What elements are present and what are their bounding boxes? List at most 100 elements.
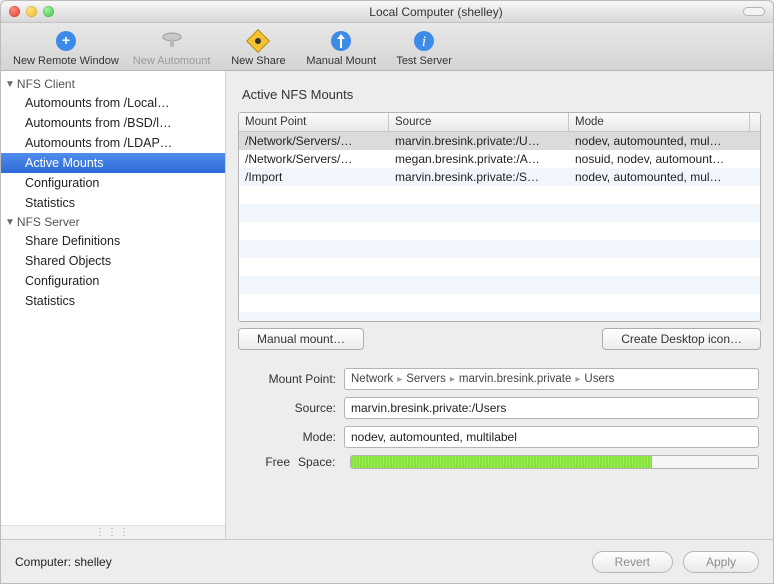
- sidebar-group-nfs-client[interactable]: ▼ NFS Client: [1, 75, 225, 93]
- sidebar-item-automounts-bsd[interactable]: Automounts from /BSD/l…: [1, 113, 225, 133]
- source-label: Source:: [240, 401, 336, 415]
- cell-mode: nodev, automounted, mul…: [569, 170, 760, 184]
- close-icon[interactable]: [9, 6, 20, 17]
- details-section: Mount Point: Network ▸ Servers ▸ marvin.…: [238, 368, 761, 469]
- new-automount-button[interactable]: New Automount: [127, 23, 217, 71]
- table-button-row: Manual mount… Create Desktop icon…: [238, 328, 761, 350]
- traffic-lights: [9, 6, 129, 17]
- table-row[interactable]: /Network/Servers/… marvin.bresink.privat…: [239, 132, 760, 150]
- table-row: [239, 276, 760, 294]
- sidebar-resize-handle[interactable]: ⋮⋮⋮: [1, 525, 225, 539]
- path-separator-icon: ▸: [397, 374, 402, 385]
- toolbar-item-label: New Share: [231, 55, 285, 67]
- table-header: Mount Point Source Mode: [239, 113, 760, 132]
- disclosure-triangle-icon[interactable]: ▼: [5, 79, 15, 90]
- create-desktop-icon-button[interactable]: Create Desktop icon…: [602, 328, 761, 350]
- table-row: [239, 294, 760, 312]
- window-title: Local Computer (shelley): [129, 5, 743, 19]
- sidebar: ▼ NFS Client Automounts from /Local… Aut…: [1, 71, 226, 539]
- manual-mount-button[interactable]: Manual Mount: [300, 23, 382, 71]
- info-icon: i: [412, 29, 436, 53]
- sidebar-item-client-configuration[interactable]: Configuration: [1, 173, 225, 193]
- table-row: [239, 186, 760, 204]
- toolbar-item-label: Test Server: [396, 55, 452, 67]
- space-label: Space:: [298, 455, 342, 469]
- cell-source: megan.bresink.private:/A…: [389, 152, 569, 166]
- toolbar: + New Remote Window New Automount New Sh…: [1, 23, 773, 71]
- apply-button[interactable]: Apply: [683, 551, 759, 573]
- table-row[interactable]: /Import marvin.bresink.private:/S… nodev…: [239, 168, 760, 186]
- footer: Computer: shelley Revert Apply: [1, 539, 773, 583]
- minimize-icon[interactable]: [26, 6, 37, 17]
- cell-mount: /Network/Servers/…: [239, 134, 389, 148]
- sidebar-item-automounts-local[interactable]: Automounts from /Local…: [1, 93, 225, 113]
- free-label: Free: [240, 455, 290, 469]
- table-row: [239, 312, 760, 321]
- toolbar-item-label: New Remote Window: [13, 55, 119, 67]
- sidebar-item-active-mounts[interactable]: Active Mounts: [1, 153, 225, 173]
- test-server-button[interactable]: i Test Server: [384, 23, 464, 71]
- mode-field[interactable]: [344, 426, 759, 448]
- toolbar-item-label: Manual Mount: [306, 55, 376, 67]
- zoom-icon[interactable]: [43, 6, 54, 17]
- titlebar: Local Computer (shelley): [1, 1, 773, 23]
- disclosure-triangle-icon[interactable]: ▼: [5, 217, 15, 228]
- path-segment[interactable]: Servers: [406, 373, 446, 385]
- table-row[interactable]: /Network/Servers/… megan.bresink.private…: [239, 150, 760, 168]
- window: Local Computer (shelley) + New Remote Wi…: [0, 0, 774, 584]
- diamond-icon: [246, 29, 270, 53]
- sidebar-item-server-statistics[interactable]: Statistics: [1, 291, 225, 311]
- mode-label: Mode:: [240, 430, 336, 444]
- sidebar-item-share-definitions[interactable]: Share Definitions: [1, 231, 225, 251]
- arrows-icon: [329, 29, 353, 53]
- column-header-mode[interactable]: Mode: [569, 113, 750, 131]
- sidebar-group-label: NFS Server: [17, 215, 80, 229]
- column-header-source[interactable]: Source: [389, 113, 569, 131]
- free-space-bar: [350, 455, 759, 469]
- mounts-table: Mount Point Source Mode /Network/Servers…: [238, 112, 761, 322]
- sidebar-tree: ▼ NFS Client Automounts from /Local… Aut…: [1, 71, 225, 525]
- toolbar-pill-icon[interactable]: [743, 7, 765, 16]
- mount-point-pathbar[interactable]: Network ▸ Servers ▸ marvin.bresink.priva…: [344, 368, 759, 390]
- mount-point-label: Mount Point:: [240, 372, 336, 386]
- globe-plus-icon: +: [54, 29, 78, 53]
- cell-source: marvin.bresink.private:/U…: [389, 134, 569, 148]
- column-header-mount-point[interactable]: Mount Point: [239, 113, 389, 131]
- cell-source: marvin.bresink.private:/S…: [389, 170, 569, 184]
- new-share-button[interactable]: New Share: [218, 23, 298, 71]
- sidebar-item-client-statistics[interactable]: Statistics: [1, 193, 225, 213]
- section-title: Active NFS Mounts: [242, 87, 761, 102]
- footer-buttons: Revert Apply: [592, 551, 759, 573]
- manual-mount-dialog-button[interactable]: Manual mount…: [238, 328, 364, 350]
- cell-mount: /Import: [239, 170, 389, 184]
- table-row: [239, 258, 760, 276]
- path-segment[interactable]: Users: [584, 373, 614, 385]
- source-field[interactable]: [344, 397, 759, 419]
- table-row: [239, 204, 760, 222]
- sidebar-group-nfs-server[interactable]: ▼ NFS Server: [1, 213, 225, 231]
- cell-mount: /Network/Servers/…: [239, 152, 389, 166]
- main-panel: Active NFS Mounts Mount Point Source Mod…: [226, 71, 773, 539]
- cell-mode: nodev, automounted, mul…: [569, 134, 760, 148]
- free-space-bar-fill: [351, 456, 652, 468]
- cell-mode: nosuid, nodev, automount…: [569, 152, 760, 166]
- path-segment[interactable]: marvin.bresink.private: [459, 373, 571, 385]
- new-remote-window-button[interactable]: + New Remote Window: [7, 23, 125, 71]
- table-row: [239, 222, 760, 240]
- svg-text:i: i: [422, 34, 426, 50]
- sidebar-item-server-configuration[interactable]: Configuration: [1, 271, 225, 291]
- computer-label: Computer: shelley: [15, 555, 112, 569]
- sidebar-item-shared-objects[interactable]: Shared Objects: [1, 251, 225, 271]
- sidebar-group-label: NFS Client: [17, 77, 75, 91]
- sidebar-item-automounts-ldap[interactable]: Automounts from /LDAP…: [1, 133, 225, 153]
- body: ▼ NFS Client Automounts from /Local… Aut…: [1, 71, 773, 539]
- disk-icon: [160, 29, 184, 53]
- toolbar-item-label: New Automount: [133, 55, 211, 67]
- table-row: [239, 240, 760, 258]
- path-separator-icon: ▸: [450, 374, 455, 385]
- svg-text:+: +: [62, 32, 70, 48]
- path-segment[interactable]: Network: [351, 373, 393, 385]
- table-body[interactable]: /Network/Servers/… marvin.bresink.privat…: [239, 132, 760, 321]
- revert-button[interactable]: Revert: [592, 551, 673, 573]
- header-end-cap: [750, 113, 760, 131]
